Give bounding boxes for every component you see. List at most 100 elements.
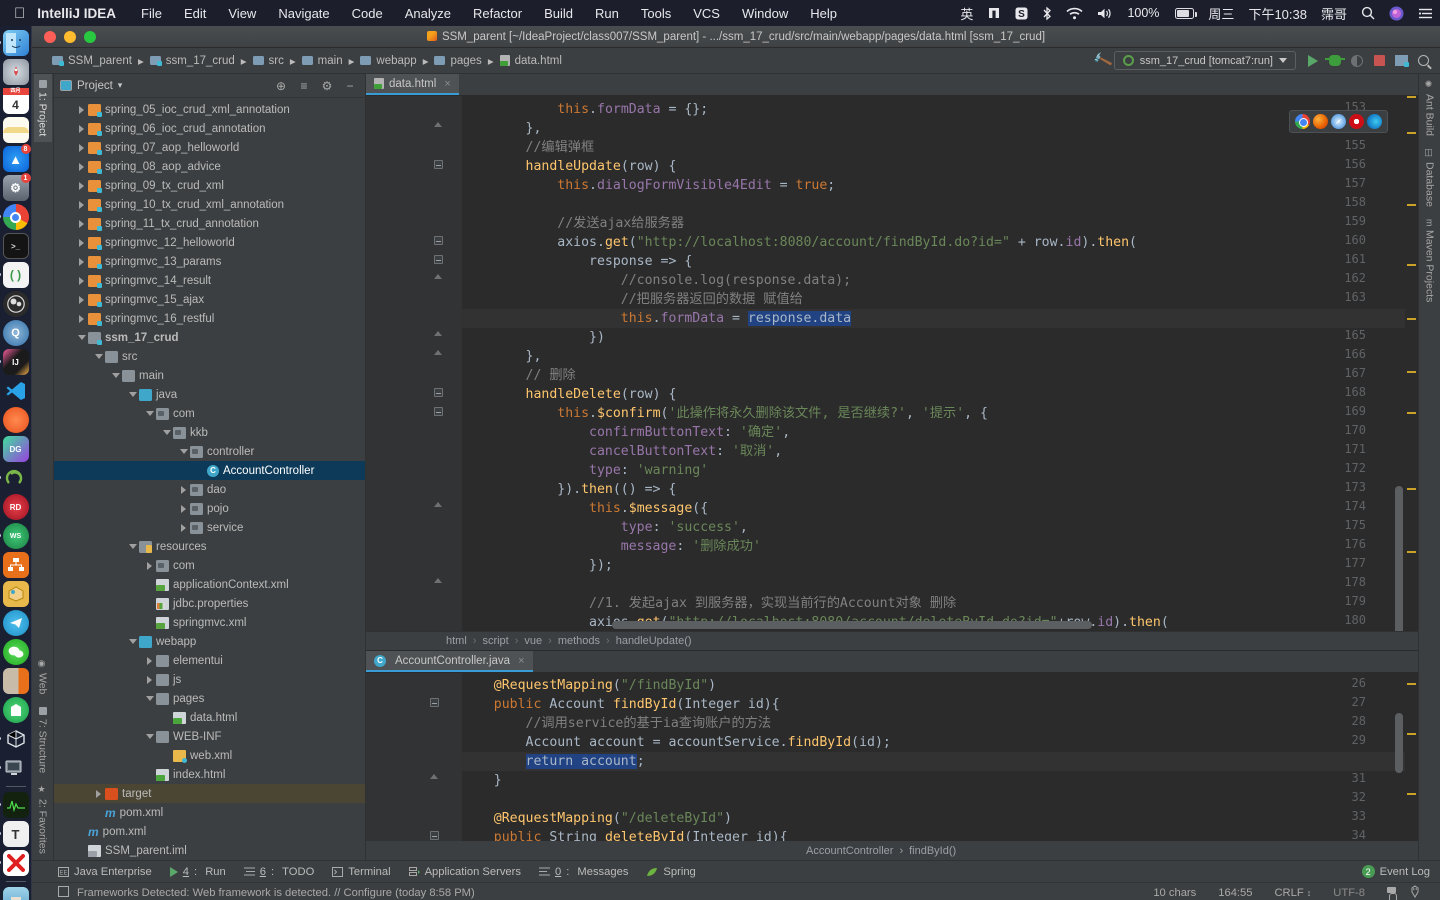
tree-node-js[interactable]: js xyxy=(54,670,365,689)
code-line-177[interactable]: }); xyxy=(462,556,1418,575)
dock-icon-evernote[interactable] xyxy=(2,697,29,723)
layout-settings-button[interactable] xyxy=(1390,51,1412,71)
chrome-icon[interactable] xyxy=(1295,114,1310,129)
run-with-coverage-button[interactable] xyxy=(1346,51,1368,71)
breadcrumb-handle-update[interactable]: handleUpdate() xyxy=(616,635,692,647)
tree-node-java[interactable]: java xyxy=(54,385,365,404)
code-fold-marker[interactable] xyxy=(434,350,442,355)
stop-button[interactable] xyxy=(1368,51,1390,71)
code-fold-marker[interactable] xyxy=(434,274,442,279)
tree-node-web-inf[interactable]: WEB-INF xyxy=(54,727,365,746)
dock-icon-downloads-folder[interactable] xyxy=(2,887,29,900)
breadcrumb-find-by-id[interactable]: findById() xyxy=(909,845,956,857)
edge-icon[interactable] xyxy=(1367,114,1382,129)
window-traffic-lights[interactable] xyxy=(32,30,96,43)
editor-gutter-bottom[interactable] xyxy=(366,673,462,841)
sidebar-tab-structure[interactable]: 7: Structure xyxy=(34,701,52,779)
dock-icon-xmind-orange[interactable] xyxy=(2,552,29,578)
close-icon[interactable]: × xyxy=(444,78,450,90)
menu-navigate[interactable]: Navigate xyxy=(267,6,340,21)
close-icon[interactable]: × xyxy=(518,655,524,667)
breadcrumb-vue[interactable]: vue xyxy=(524,635,542,647)
tree-node-springmvc-xml[interactable]: springmvc.xml xyxy=(54,613,365,632)
tree-node-main[interactable]: main xyxy=(54,366,365,385)
code-line-179[interactable]: //1. 发起ajax 到服务器，实现当前行的Account对象 删除 xyxy=(462,594,1418,613)
notification-icon[interactable] xyxy=(58,885,69,900)
toolwindow-terminal[interactable]: Terminal xyxy=(332,866,391,878)
dock-icon-remote-desktop[interactable] xyxy=(0,755,29,781)
window-close-button[interactable] xyxy=(44,30,56,43)
tree-node-ssm-parent-iml[interactable]: SSM_parent.iml xyxy=(54,841,365,860)
code-fold-marker[interactable] xyxy=(430,831,439,840)
apple-logo-icon[interactable]:  xyxy=(0,6,37,21)
hide-icon[interactable]: − xyxy=(341,77,359,95)
run-configuration-selector[interactable]: ssm_17_crud [tomcat7:run] xyxy=(1113,51,1296,70)
code-fold-marker[interactable] xyxy=(434,236,443,245)
code-line-32[interactable] xyxy=(462,790,1418,809)
code-line-171[interactable]: cancelButtonText: '取消', xyxy=(462,442,1418,461)
menu-edit[interactable]: Edit xyxy=(173,6,217,21)
tree-node-spring-05-ioc-crud-xml-annotation[interactable]: spring_05_ioc_crud_xml_annotation xyxy=(54,100,365,119)
menu-analyze[interactable]: Analyze xyxy=(394,6,462,21)
code-line-172[interactable]: type: 'warning' xyxy=(462,461,1418,480)
search-everywhere-button[interactable] xyxy=(1412,51,1434,71)
safari-icon[interactable] xyxy=(1331,114,1346,129)
hammer-build-icon[interactable]: 🔨 xyxy=(1092,50,1114,71)
tree-node-ssm-17-crud[interactable]: ssm_17_crud xyxy=(54,328,365,347)
code-line-169[interactable]: this.$confirm('此操作将永久删除该文件, 是否继续?', '提示'… xyxy=(462,404,1418,423)
code-line-30[interactable]: return account; xyxy=(462,752,1418,771)
code-line-159[interactable]: //发送ajax给服务器 xyxy=(462,214,1418,233)
status-encoding[interactable]: UTF-8 xyxy=(1322,887,1376,899)
code-line-27[interactable]: public Account findById(Integer id){ xyxy=(462,695,1418,714)
code-line-157[interactable]: this.dialogFormVisible4Edit = true; xyxy=(462,176,1418,195)
code-line-164[interactable]: this.formData = response.data xyxy=(462,309,1418,328)
code-line-167[interactable]: // 删除 xyxy=(462,366,1418,385)
menu-view[interactable]: View xyxy=(217,6,267,21)
tree-node-springmvc-14-result[interactable]: springmvc_14_result xyxy=(54,271,365,290)
breadcrumb-data-html[interactable]: data.html xyxy=(494,55,568,67)
status-line-separator[interactable]: CRLF ↕ xyxy=(1263,887,1322,899)
dock-icon-activity-monitor[interactable] xyxy=(0,792,29,818)
editor-horizontal-scrollbar-top[interactable] xyxy=(462,621,1392,629)
code-line-175[interactable]: type: 'success', xyxy=(462,518,1418,537)
sogou-pinyin-icon[interactable] xyxy=(980,6,1008,20)
dock-icon-navicat[interactable] xyxy=(0,465,29,491)
status-caret-position[interactable]: 164:55 xyxy=(1207,887,1263,899)
breadcrumb-ssm-17-crud[interactable]: ssm_17_crud xyxy=(144,55,241,67)
tree-node-target[interactable]: target xyxy=(54,784,365,803)
project-tree[interactable]: spring_05_ioc_crud_xml_annotation spring_… xyxy=(54,98,365,860)
wifi-icon[interactable] xyxy=(1059,7,1090,20)
code-line-153[interactable]: this.formData = {}; xyxy=(462,100,1418,119)
tree-node-index-html[interactable]: index.html xyxy=(54,765,365,784)
code-line-154[interactable]: }, xyxy=(462,119,1418,138)
code-line-155[interactable]: //编辑弹框 xyxy=(462,138,1418,157)
project-panel-dropdown-icon[interactable]: ▾ xyxy=(118,80,123,91)
dock-icon-wechat[interactable] xyxy=(2,639,29,665)
editor-vertical-scrollbar-top[interactable] xyxy=(1394,96,1404,631)
sidebar-tab-database[interactable]: ◫ Database xyxy=(1421,142,1439,213)
tree-node-spring-09-tx-crud-xml[interactable]: spring_09_tx_crud_xml xyxy=(54,176,365,195)
breadcrumb-main[interactable]: main xyxy=(296,55,349,67)
dock-icon-vs-code[interactable] xyxy=(3,378,29,404)
code-line-174[interactable]: this.$message({ xyxy=(462,499,1418,518)
event-log-button[interactable]: 2 Event Log xyxy=(1361,865,1440,878)
code-fold-marker[interactable] xyxy=(434,160,443,169)
code-line-178[interactable] xyxy=(462,575,1418,594)
code-line-170[interactable]: confirmButtonText: '确定', xyxy=(462,423,1418,442)
code-fold-marker[interactable] xyxy=(434,331,442,336)
tree-node-springmvc-12-helloworld[interactable]: springmvc_12_helloworld xyxy=(54,233,365,252)
dock-icon-xmind-red[interactable] xyxy=(0,850,29,876)
menu-window[interactable]: Window xyxy=(731,6,799,21)
tab-data-html[interactable]: data.html × xyxy=(366,74,459,95)
macos-dock[interactable]: 四月 4 8 ▲ 1 ⚙ >_ ( ) Q IJ DG RD WS T xyxy=(0,26,32,900)
collapse-all-icon[interactable]: ≡ xyxy=(295,77,313,95)
macos-app-name[interactable]: IntelliJ IDEA xyxy=(37,6,130,21)
menu-run[interactable]: Run xyxy=(584,6,630,21)
tree-node-com[interactable]: com xyxy=(54,404,365,423)
editor-gutter-top[interactable] xyxy=(366,96,462,631)
breadcrumb-webapp[interactable]: webapp xyxy=(354,55,422,67)
tree-node-pojo[interactable]: pojo xyxy=(54,499,365,518)
code-line-165[interactable]: }) xyxy=(462,328,1418,347)
code-line-28[interactable]: //调用service的基于ia查询账户的方法 xyxy=(462,714,1418,733)
snipaste-icon[interactable]: S xyxy=(1008,7,1035,20)
